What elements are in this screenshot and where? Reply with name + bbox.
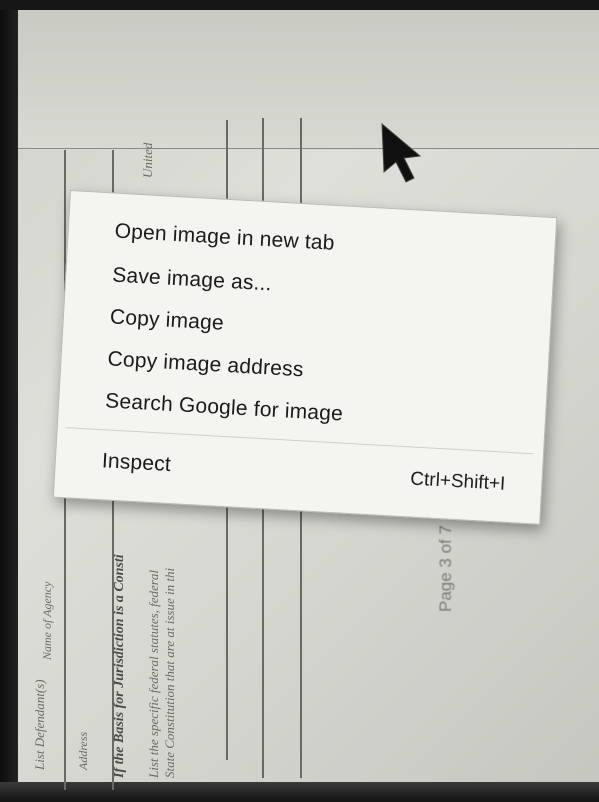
- inspect-shortcut: Ctrl+Shift+I: [409, 468, 506, 495]
- menu-item-open-image-new-tab[interactable]: Open image in new tab: [114, 220, 335, 256]
- label-agency: Name of Agency: [40, 581, 54, 660]
- menu-item-search-google-for-image[interactable]: Search Google for image: [105, 389, 344, 426]
- heading-basis-jurisdiction: If the Basis for Jurisdiction is a Const…: [112, 554, 127, 778]
- photo-of-screen: United List Defendant(s) Name of Agency …: [0, 0, 599, 802]
- line-federal-statutes: List the specific federal statutes, fede…: [146, 570, 161, 778]
- menu-item-save-image-as[interactable]: Save image as...: [112, 264, 273, 297]
- line-state-constitution: State Constitution that are at issue in …: [162, 567, 177, 778]
- top-margin: [18, 10, 599, 150]
- context-menu: Open image in new tab Save image as... C…: [52, 190, 558, 525]
- monitor-bezel-top: [0, 0, 599, 10]
- menu-item-copy-image[interactable]: Copy image: [109, 305, 224, 335]
- form-line: [18, 148, 599, 149]
- menu-item-inspect[interactable]: Inspect: [101, 449, 171, 477]
- label-defendant: List Defendant(s): [32, 679, 47, 770]
- monitor-bezel-bottom: [0, 782, 599, 802]
- monitor-bezel-left: [0, 0, 18, 802]
- menu-item-copy-image-address[interactable]: Copy image address: [107, 347, 304, 382]
- label-address: Address: [76, 731, 90, 770]
- mouse-pointer-icon: [381, 122, 422, 183]
- page-number: Page 3 of 7: [436, 525, 455, 612]
- document-word: United: [140, 142, 155, 178]
